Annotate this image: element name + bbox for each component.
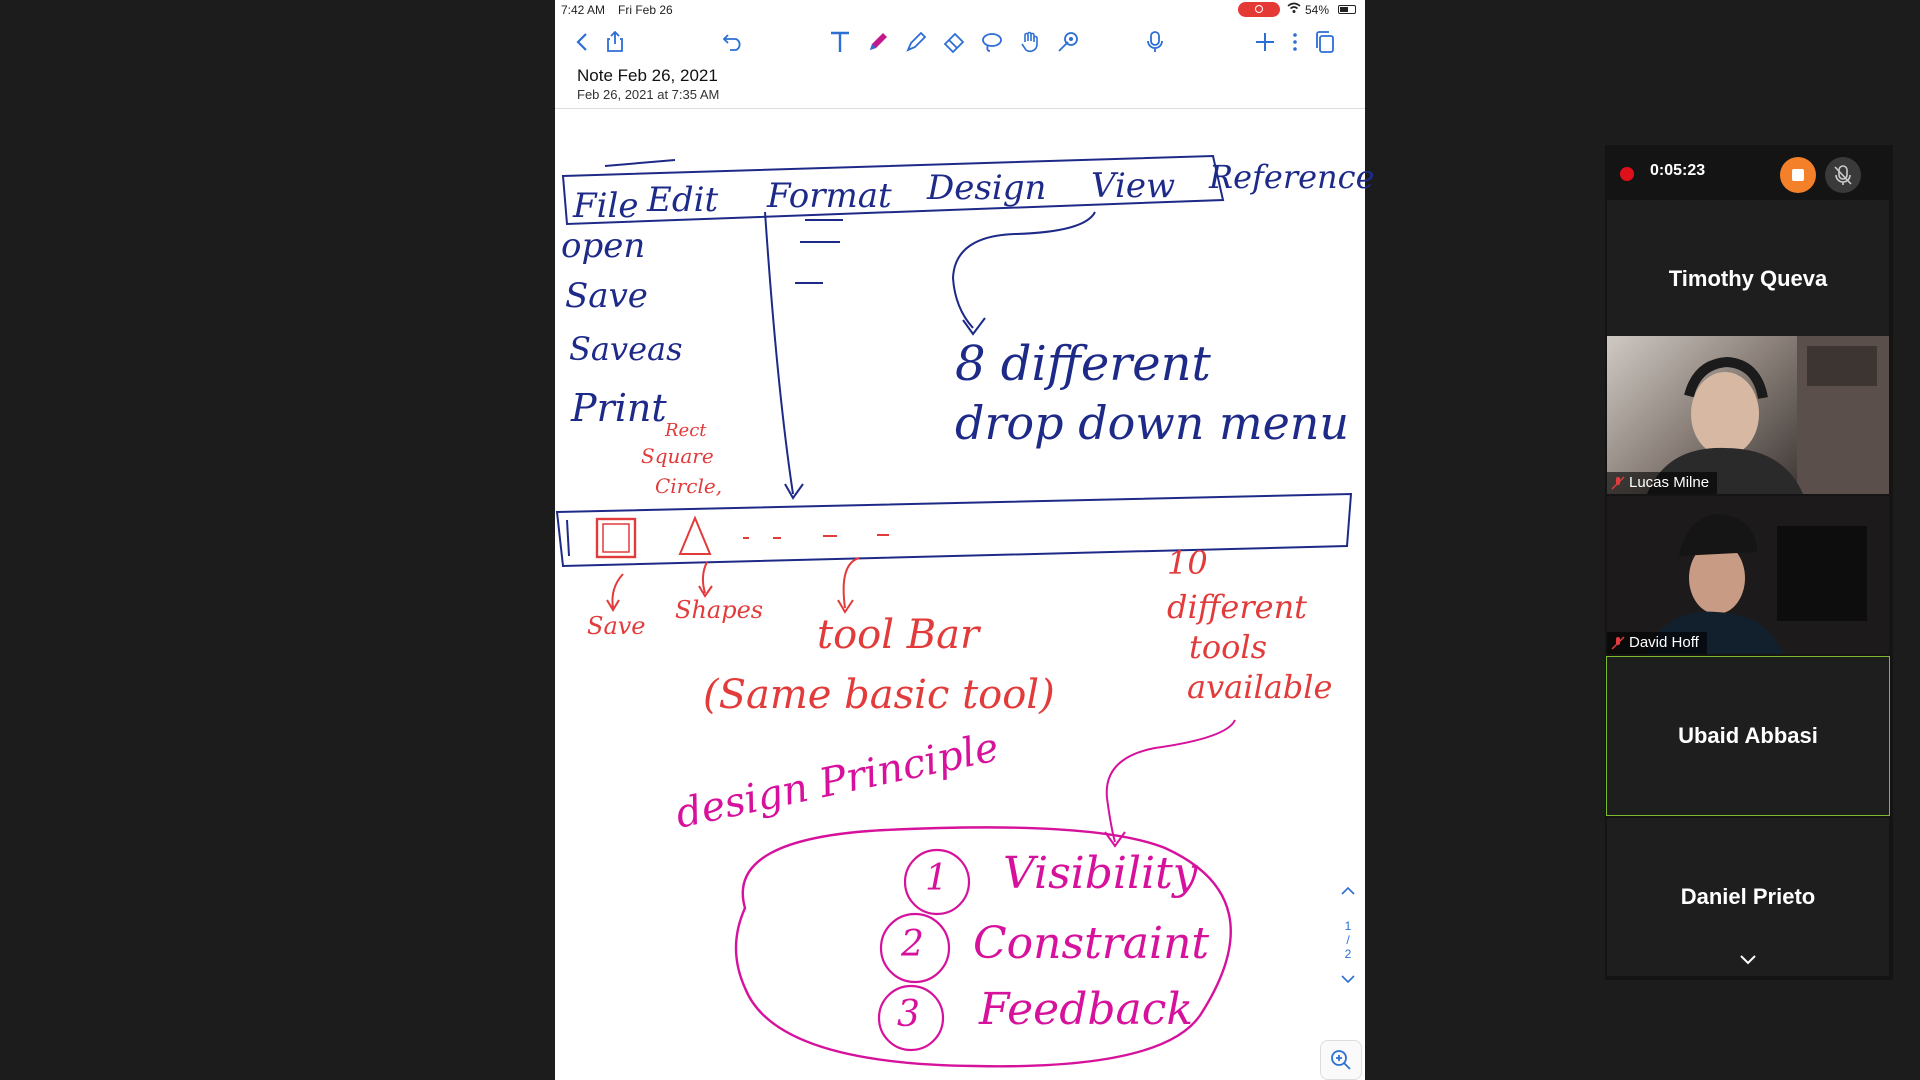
annotation-save: Save <box>587 612 646 640</box>
principle-number-3: 3 <box>897 994 920 1035</box>
file-item-open: open <box>561 226 646 266</box>
battery-percentage: 54% <box>1305 3 1330 17</box>
note-date: Feb 26, 2021 at 7:35 AM <box>577 87 720 102</box>
menu-label-view: View <box>1091 166 1176 206</box>
share-icon[interactable] <box>600 26 630 58</box>
annotation-different: different <box>1167 588 1308 626</box>
microphone-icon[interactable] <box>1140 26 1170 58</box>
principle-constraint: Constraint <box>973 918 1210 969</box>
recording-timer: 0:05:23 <box>1650 162 1706 179</box>
mute-button[interactable] <box>1825 157 1861 193</box>
shape-item-circle: Circle, <box>655 474 723 498</box>
participant-tile-timothy[interactable]: Timothy Queva <box>1607 200 1889 358</box>
lasso-icon[interactable] <box>977 26 1007 58</box>
annotation-shapes: Shapes <box>675 596 764 624</box>
participant-tile-lucas[interactable]: Lucas Milne <box>1607 336 1889 494</box>
ipad-notes-app: 7:42 AM Fri Feb 26 54% Note Feb 26, 2021… <box>555 0 1375 1080</box>
undo-icon[interactable] <box>718 26 748 58</box>
principle-number-2: 2 <box>901 924 924 965</box>
add-icon[interactable] <box>1250 26 1280 58</box>
recording-indicator <box>1620 167 1634 181</box>
pen-settings-icon[interactable] <box>1053 26 1083 58</box>
meeting-panel: 0:05:23 Timothy Queva Lucas Milne David … <box>1605 145 1893 980</box>
menu-label-edit: Edit <box>647 180 719 220</box>
shape-item-rect: Rect <box>665 420 707 441</box>
page-indicator: 1 / 2 <box>1333 885 1363 1005</box>
notes-toolbar <box>555 22 1365 62</box>
note-different-line1: 8 different <box>955 336 1211 392</box>
file-item-save: Save <box>565 276 648 316</box>
page-separator: / <box>1346 933 1350 947</box>
participant-tile-ubaid[interactable]: Ubaid Abbasi <box>1606 656 1890 816</box>
participant-video <box>1647 514 1867 654</box>
participant-video <box>1647 336 1889 494</box>
stop-recording-button[interactable] <box>1780 157 1816 193</box>
menu-label-file: File <box>573 186 639 226</box>
zoom-in-icon[interactable] <box>1320 1040 1362 1080</box>
participant-tile-david[interactable]: David Hoff <box>1607 496 1889 654</box>
annotation-tool-bar: tool Bar <box>817 612 980 658</box>
ios-status-bar: 7:42 AM Fri Feb 26 54% <box>555 0 1365 20</box>
more-icon[interactable] <box>1280 26 1310 58</box>
back-icon[interactable] <box>567 26 597 58</box>
note-header: Note Feb 26, 2021 Feb 26, 2021 at 7:35 A… <box>555 62 1365 109</box>
highlighter-icon[interactable] <box>901 26 931 58</box>
annotation-tools: tools <box>1189 628 1268 666</box>
page-total: 2 <box>1344 947 1352 961</box>
eraser-icon[interactable] <box>939 26 969 58</box>
participant-name: Ubaid Abbasi <box>1678 723 1818 748</box>
muted-mic-icon <box>1611 636 1625 650</box>
menu-label-reference: Reference <box>1209 158 1375 196</box>
text-tool-icon[interactable] <box>825 26 855 58</box>
shape-item-square: Square <box>641 444 714 468</box>
scroll-down-icon[interactable] <box>1739 953 1757 971</box>
page-current: 1 <box>1344 919 1352 933</box>
file-item-print: Print <box>571 386 667 430</box>
page-up-icon[interactable] <box>1333 885 1363 905</box>
wifi-icon <box>1287 2 1301 17</box>
annotation-ten: 10 <box>1167 544 1208 582</box>
pen-icon[interactable] <box>863 26 893 58</box>
muted-mic-icon <box>1611 476 1625 490</box>
menu-label-design: Design <box>927 168 1047 208</box>
screen-recording-indicator[interactable] <box>1238 2 1280 17</box>
stop-icon <box>1792 169 1804 181</box>
principle-feedback: Feedback <box>979 984 1194 1035</box>
note-different-line2: drop down menu <box>955 396 1350 450</box>
pages-icon[interactable] <box>1310 26 1340 58</box>
menu-label-format: Format <box>767 176 892 216</box>
microphone-muted-icon <box>1834 165 1852 185</box>
page-down-icon[interactable] <box>1333 973 1363 987</box>
annotation-available: available <box>1187 668 1333 706</box>
handwriting-canvas[interactable]: File Edit Format Design View Reference o… <box>555 108 1375 1080</box>
status-date: Fri Feb 26 <box>618 3 673 17</box>
note-title[interactable]: Note Feb 26, 2021 <box>577 66 718 86</box>
principle-number-1: 1 <box>925 858 948 899</box>
status-time: 7:42 AM <box>561 3 606 17</box>
file-item-saveas: Saveas <box>569 330 683 368</box>
battery-icon <box>1338 5 1356 14</box>
annotation-same-basic-tool: (Same basic tool) <box>703 672 1055 718</box>
principle-visibility: Visibility <box>1003 848 1198 899</box>
hand-icon[interactable] <box>1015 26 1045 58</box>
participant-name: Timothy Queva <box>1668 266 1828 291</box>
